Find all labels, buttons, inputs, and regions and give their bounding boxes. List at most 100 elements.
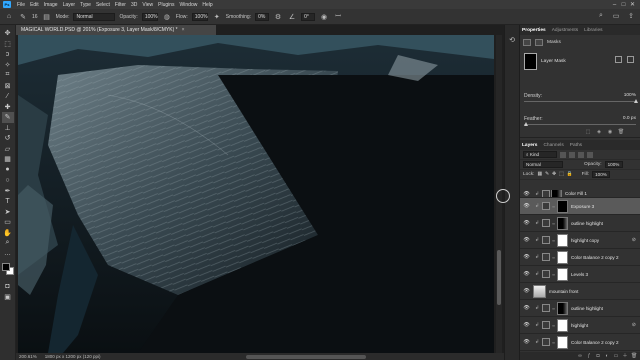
chain-link-icon[interactable]: ∞ — [551, 238, 556, 243]
hand-icon[interactable]: ✋ — [2, 228, 14, 239]
close-document-icon[interactable]: × — [182, 27, 185, 33]
filter-type-icon[interactable] — [578, 151, 584, 158]
visibility-eye-icon[interactable]: 👁 — [522, 237, 531, 243]
tab-libraries[interactable]: Libraries — [584, 28, 602, 33]
chain-link-icon[interactable]: ∞ — [551, 255, 556, 260]
layer-mask-thumb[interactable] — [557, 318, 568, 332]
visibility-eye-icon[interactable]: 👁 — [522, 220, 531, 226]
link-layers-icon[interactable]: ∞ — [577, 353, 583, 359]
layer-row-outline-highlight[interactable]: 👁 ↲ ∞ outline highlight — [520, 215, 640, 232]
airbrush-icon[interactable]: ✦ — [212, 12, 222, 22]
disable-mask-icon[interactable]: ◉ — [606, 129, 614, 136]
opacity-field[interactable]: 100% — [141, 12, 158, 21]
tab-paths[interactable]: Paths — [570, 143, 582, 148]
quick-mask-icon[interactable]: ◘ — [2, 281, 14, 292]
visibility-eye-icon[interactable]: 👁 — [522, 254, 531, 260]
menu-layer[interactable]: Layer — [63, 2, 76, 8]
density-slider-knob[interactable] — [634, 99, 638, 103]
flow-field[interactable]: 100% — [191, 12, 208, 21]
layer-mask-thumbnail[interactable] — [524, 53, 537, 70]
tab-properties[interactable]: Properties — [522, 28, 546, 33]
tab-layers[interactable]: Layers — [522, 143, 537, 148]
layer-mask-thumb[interactable] — [557, 335, 568, 349]
foreground-color-swatch[interactable] — [1, 263, 10, 271]
chain-link-icon[interactable]: ∞ — [551, 272, 556, 277]
layer-mask-thumb[interactable] — [557, 250, 568, 264]
history-brush-icon[interactable]: ↺ — [2, 133, 14, 144]
path-select-icon[interactable]: ➤ — [2, 207, 14, 218]
vertical-scroll-thumb[interactable] — [497, 250, 501, 305]
blend-mode-select[interactable]: Normal — [523, 161, 563, 168]
density-value[interactable]: 100% — [624, 93, 636, 98]
menu-file[interactable]: File — [17, 2, 25, 8]
visibility-eye-icon[interactable]: 👁 — [522, 339, 531, 345]
more-tools-icon[interactable]: … — [2, 249, 14, 260]
search-icon[interactable]: ⌕ — [596, 12, 606, 22]
eyedropper-icon[interactable]: ⁄ — [2, 91, 14, 102]
delete-mask-icon[interactable]: 🗑 — [617, 129, 625, 136]
filter-kind-select[interactable]: ⌕ Kind — [523, 151, 557, 158]
eraser-icon[interactable]: ▱ — [2, 144, 14, 155]
layer-opacity-field[interactable]: 100% — [604, 161, 623, 168]
menu-type[interactable]: Type — [80, 2, 91, 8]
zoom-level[interactable]: 200.61% — [19, 354, 37, 359]
zoom-icon[interactable]: ⌕ — [2, 238, 14, 249]
layer-row-highlight-copy[interactable]: 👁 ↲ ∞ highlight copy ⊘ — [520, 232, 640, 249]
layer-row-outline-highlight-2[interactable]: 👁 ↲ ∞ outline highlight — [520, 300, 640, 317]
lock-all-icon[interactable]: 🔒 — [567, 172, 573, 177]
menu-edit[interactable]: Edit — [30, 2, 39, 8]
image-canvas[interactable] — [18, 35, 494, 353]
layer-effects-icon[interactable]: ⊘ — [632, 322, 636, 328]
layer-mask-thumb[interactable] — [557, 216, 568, 230]
brush-preset-icon[interactable]: ✎ — [18, 12, 28, 22]
angle-field[interactable]: 0° — [301, 12, 316, 21]
feather-value[interactable]: 0.0 px — [623, 116, 636, 121]
menu-filter[interactable]: Filter — [115, 2, 126, 8]
rectangle-icon[interactable]: ▭ — [2, 217, 14, 228]
visibility-eye-icon[interactable]: 👁 — [522, 322, 531, 328]
layer-mask-thumb[interactable] — [557, 301, 568, 315]
visibility-eye-icon[interactable]: 👁 — [522, 191, 531, 197]
pressure-size-icon[interactable]: ◉ — [319, 12, 329, 22]
crop-icon[interactable]: ⌗ — [2, 70, 14, 81]
smoothing-field[interactable]: 0% — [255, 12, 270, 21]
filter-adjustment-icon[interactable] — [569, 151, 575, 158]
filter-shape-icon[interactable] — [587, 151, 593, 158]
layer-mask-thumb[interactable] — [557, 267, 568, 281]
mode-select[interactable]: Normal — [73, 12, 116, 21]
dodge-icon[interactable]: ○ — [2, 175, 14, 186]
add-mask-icon[interactable]: ◘ — [595, 353, 601, 359]
density-slider-track[interactable] — [524, 101, 636, 102]
fx-icon[interactable]: ƒ — [586, 353, 592, 359]
layer-row-levels-3[interactable]: 👁 ↲ ∞ Levels 3 — [520, 266, 640, 283]
share-icon[interactable]: ⇪ — [626, 12, 636, 22]
workspace-icon[interactable]: ▭ — [611, 12, 621, 22]
visibility-eye-icon[interactable]: 👁 — [522, 203, 531, 209]
lock-position-icon[interactable]: ✥ — [552, 172, 556, 177]
quick-select-icon[interactable]: ✧ — [2, 60, 14, 71]
healing-icon[interactable]: ✚ — [2, 102, 14, 113]
layer-row-color-balance-copy-2[interactable]: 👁 ↲ ∞ Color Balance 2 copy 2 — [520, 249, 640, 266]
home-icon[interactable]: ⌂ — [4, 12, 14, 22]
layer-row-exposure-3[interactable]: 👁 ↲ ∞ Exposure 3 — [520, 198, 640, 215]
layer-mask-thumb[interactable] — [551, 190, 562, 197]
clone-stamp-icon[interactable]: ⊥ — [2, 123, 14, 134]
visibility-eye-icon[interactable]: 👁 — [522, 271, 531, 277]
chain-link-icon[interactable]: ∞ — [551, 204, 556, 209]
lasso-icon[interactable]: ↄ — [2, 49, 14, 60]
layer-mask-thumb[interactable] — [557, 199, 568, 213]
load-selection-icon[interactable]: ⬚ — [584, 129, 592, 136]
feather-slider-knob[interactable] — [524, 122, 528, 126]
fill-field[interactable]: 100% — [592, 171, 611, 178]
horizontal-scroll-thumb[interactable] — [246, 355, 366, 359]
layer-row-color-balance-copy-2b[interactable]: 👁 ↲ ∞ Color Balance 2 copy 2 — [520, 334, 640, 351]
layer-effects-icon[interactable]: ⊘ — [632, 237, 636, 243]
close-window-button[interactable]: ✕ — [628, 1, 637, 8]
menu-image[interactable]: Image — [44, 2, 58, 8]
history-panel-icon[interactable]: ⟲ — [505, 33, 519, 47]
new-layer-icon[interactable]: ＋ — [622, 353, 628, 359]
pixel-mask-icon[interactable] — [523, 39, 531, 46]
brush-size[interactable]: 16 — [32, 14, 38, 20]
chain-link-icon[interactable]: ∞ — [551, 323, 556, 328]
vector-mask-icon[interactable] — [535, 39, 543, 46]
